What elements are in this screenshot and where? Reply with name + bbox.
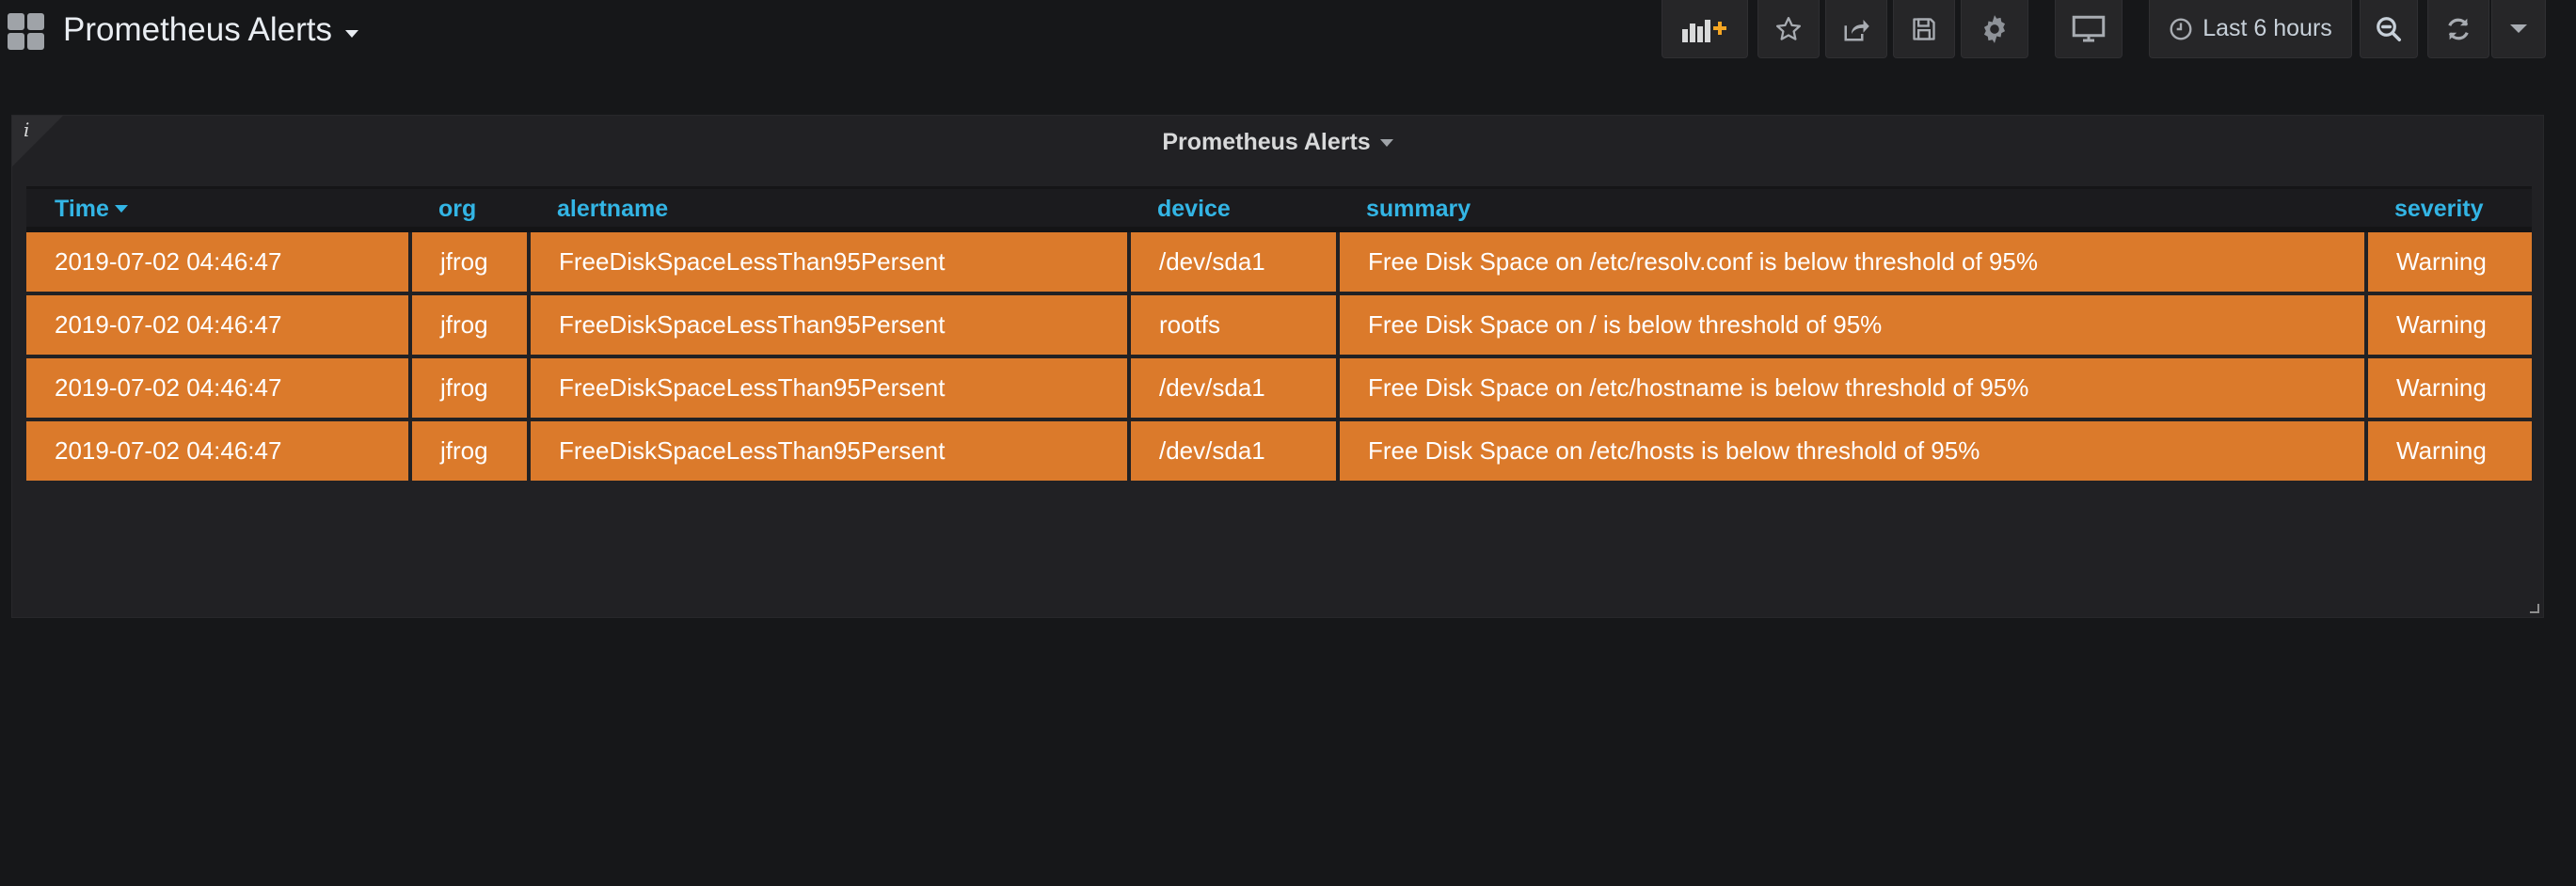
column-header-alertname[interactable]: alertname (557, 189, 668, 227)
cell-severity: Warning (2368, 232, 2532, 292)
chevron-down-icon (2510, 24, 2527, 33)
cell-summary: Free Disk Space on /etc/hosts is below t… (1340, 421, 2364, 481)
cell-alertname: FreeDiskSpaceLessThan95Persent (531, 358, 1127, 418)
tv-mode-button[interactable] (2055, 0, 2123, 58)
caret-down-icon (1379, 139, 1393, 148)
time-range-picker[interactable]: Last 6 hours (2149, 0, 2352, 58)
settings-button[interactable] (1961, 0, 2028, 58)
column-header-org[interactable]: org (438, 189, 476, 227)
add-panel-button[interactable] (1662, 0, 1748, 58)
share-button[interactable] (1825, 0, 1887, 58)
alerts-table: Time org alertname device summary severi… (26, 186, 2532, 484)
dashboard-grid-icon[interactable] (8, 13, 45, 51)
dashboard-title: Prometheus Alerts (63, 11, 332, 48)
table-row: 2019-07-02 04:46:47 jfrog FreeDiskSpaceL… (26, 421, 2532, 481)
zoom-out-button[interactable] (2360, 0, 2418, 58)
time-range-label: Last 6 hours (2202, 15, 2332, 41)
cell-device: /dev/sda1 (1131, 358, 1336, 418)
cell-org: jfrog (412, 232, 527, 292)
panel-resize-handle[interactable] (2530, 604, 2539, 613)
column-header-time[interactable]: Time (55, 189, 128, 227)
panel-title-menu[interactable]: Prometheus Alerts (12, 129, 2543, 156)
zoom-out-icon (2377, 16, 2401, 41)
panel-title: Prometheus Alerts (1162, 129, 1371, 155)
star-button[interactable] (1757, 0, 1820, 58)
cell-summary: Free Disk Space on /etc/hostname is belo… (1340, 358, 2364, 418)
cell-alertname: FreeDiskSpaceLessThan95Persent (531, 232, 1127, 292)
refresh-interval-dropdown[interactable] (2491, 0, 2546, 58)
gear-icon (1983, 14, 2006, 43)
table-body: 2019-07-02 04:46:47 jfrog FreeDiskSpaceL… (26, 232, 2532, 481)
table-row: 2019-07-02 04:46:47 jfrog FreeDiskSpaceL… (26, 358, 2532, 418)
clock-icon (2170, 18, 2192, 40)
cell-org: jfrog (412, 421, 527, 481)
save-button[interactable] (1893, 0, 1955, 58)
monitor-icon (2072, 15, 2106, 41)
cell-device: /dev/sda1 (1131, 421, 1336, 481)
cell-alertname: FreeDiskSpaceLessThan95Persent (531, 421, 1127, 481)
table-header: Time org alertname device summary severi… (26, 189, 2532, 232)
dashboard-picker[interactable]: Prometheus Alerts (63, 11, 358, 49)
top-navbar: Prometheus Alerts Last 6 hours (0, 0, 2576, 62)
cell-summary: Free Disk Space on / is below threshold … (1340, 295, 2364, 355)
column-header-summary[interactable]: summary (1366, 189, 1471, 227)
cell-device: rootfs (1131, 295, 1336, 355)
cell-time: 2019-07-02 04:46:47 (26, 358, 408, 418)
bar-chart-plus-icon (1682, 19, 1726, 42)
alerts-table-panel: i Prometheus Alerts Time org alertname d… (11, 115, 2544, 618)
save-icon (1913, 17, 1935, 40)
cell-device: /dev/sda1 (1131, 232, 1336, 292)
star-icon (1776, 16, 1801, 40)
column-header-device[interactable]: device (1157, 189, 1231, 227)
cell-severity: Warning (2368, 421, 2532, 481)
cell-org: jfrog (412, 358, 527, 418)
cell-summary: Free Disk Space on /etc/resolv.conf is b… (1340, 232, 2364, 292)
share-icon (1844, 19, 1869, 40)
refresh-icon (2448, 18, 2469, 40)
cell-org: jfrog (412, 295, 527, 355)
column-header-severity[interactable]: severity (2394, 189, 2484, 227)
cell-time: 2019-07-02 04:46:47 (26, 295, 408, 355)
column-header-label: Time (55, 196, 109, 222)
cell-time: 2019-07-02 04:46:47 (26, 421, 408, 481)
cell-time: 2019-07-02 04:46:47 (26, 232, 408, 292)
sort-desc-icon (114, 204, 128, 213)
cell-severity: Warning (2368, 295, 2532, 355)
table-row: 2019-07-02 04:46:47 jfrog FreeDiskSpaceL… (26, 295, 2532, 355)
cell-severity: Warning (2368, 358, 2532, 418)
cell-alertname: FreeDiskSpaceLessThan95Persent (531, 295, 1127, 355)
caret-down-icon (344, 29, 358, 38)
table-row: 2019-07-02 04:46:47 jfrog FreeDiskSpaceL… (26, 232, 2532, 292)
refresh-button[interactable] (2427, 0, 2489, 58)
